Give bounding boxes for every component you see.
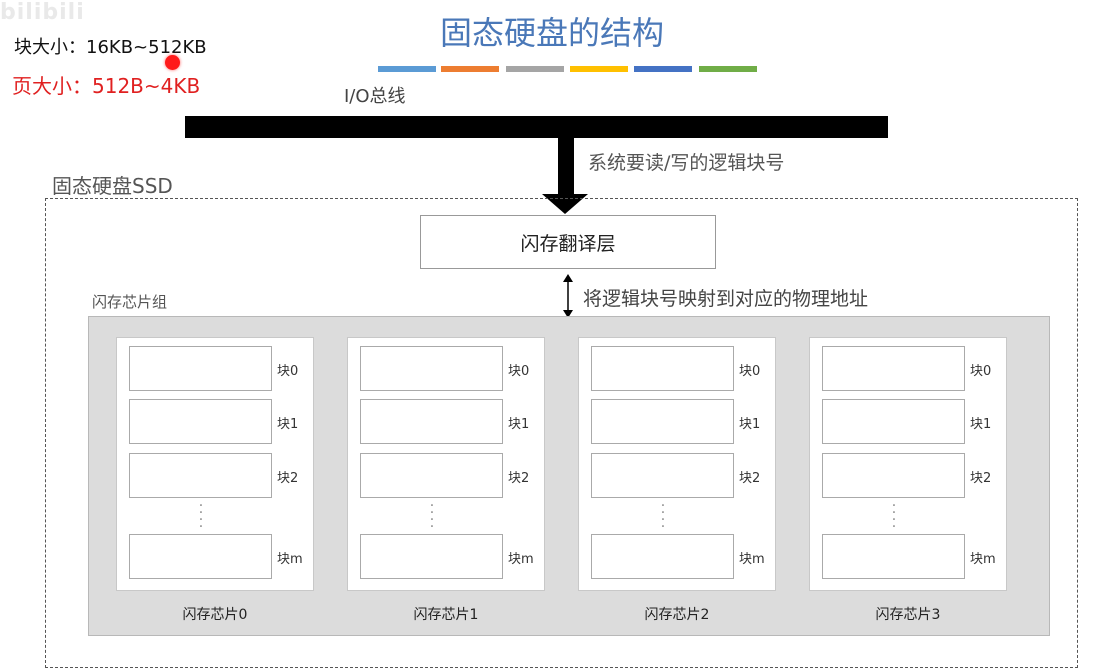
bidirectional-arrow-icon — [563, 274, 573, 318]
block-label: 块0 — [739, 364, 761, 379]
chip-group-label: 闪存芯片组 — [92, 293, 168, 311]
mapping-label: 将逻辑块号映射到对应的物理地址 — [583, 288, 869, 310]
laser-pointer-dot — [165, 55, 180, 70]
block-label: 块m — [970, 552, 996, 567]
flash-block — [822, 453, 965, 498]
block-label: 块0 — [277, 364, 299, 379]
block-label: 块0 — [970, 364, 992, 379]
ssd-label: 固态硬盘SSD — [52, 174, 173, 198]
title-color-bar — [441, 66, 499, 72]
block-label: 块1 — [970, 417, 992, 432]
title-color-bar — [699, 66, 757, 72]
title-color-bar — [378, 66, 436, 72]
block-label: 块1 — [739, 417, 761, 432]
block-size-note: 块大小：16KB~512KB — [14, 37, 207, 58]
watermark-logo: bilibili — [0, 0, 85, 25]
block-label: 块2 — [277, 471, 299, 486]
chip-label: 闪存芯片0 — [182, 607, 248, 623]
io-bus-label: I/O总线 — [344, 86, 406, 107]
block-label: 块1 — [508, 417, 530, 432]
flash-block — [360, 453, 503, 498]
flash-block — [360, 346, 503, 391]
ellipsis-dots: · · · · — [429, 498, 435, 535]
page-size-note: 页大小：512B~4KB — [12, 74, 201, 98]
block-label: 块m — [277, 552, 303, 567]
title-color-bar — [570, 66, 628, 72]
block-label: 块1 — [277, 417, 299, 432]
flash-block — [822, 399, 965, 444]
chip-label: 闪存芯片1 — [413, 607, 479, 623]
chip-label: 闪存芯片2 — [644, 607, 710, 623]
ellipsis-dots: · · · · — [891, 498, 897, 535]
flash-block — [129, 346, 272, 391]
flash-block — [591, 534, 734, 579]
ellipsis-dots: · · · · — [198, 498, 204, 535]
flash-translation-layer: 闪存翻译层 — [420, 215, 716, 269]
block-label: 块2 — [739, 471, 761, 486]
title-color-bar — [634, 66, 692, 72]
flash-block — [129, 534, 272, 579]
block-label: 块2 — [970, 471, 992, 486]
flash-block — [591, 346, 734, 391]
io-bus-bar — [185, 116, 888, 138]
flash-block — [822, 346, 965, 391]
flash-block — [360, 399, 503, 444]
flash-block — [591, 399, 734, 444]
block-label: 块0 — [508, 364, 530, 379]
ellipsis-dots: · · · · — [660, 498, 666, 535]
block-label: 块2 — [508, 471, 530, 486]
flash-block — [129, 399, 272, 444]
flash-block — [591, 453, 734, 498]
title-color-bar — [506, 66, 564, 72]
flash-block — [129, 453, 272, 498]
chip-label: 闪存芯片3 — [875, 607, 941, 623]
flash-block — [822, 534, 965, 579]
slide-title: 固态硬盘的结构 — [440, 14, 665, 52]
block-label: 块m — [508, 552, 534, 567]
block-label: 块m — [739, 552, 765, 567]
ftl-label: 闪存翻译层 — [520, 232, 616, 255]
flash-block — [360, 534, 503, 579]
logical-block-request-label: 系统要读/写的逻辑块号 — [588, 152, 785, 174]
